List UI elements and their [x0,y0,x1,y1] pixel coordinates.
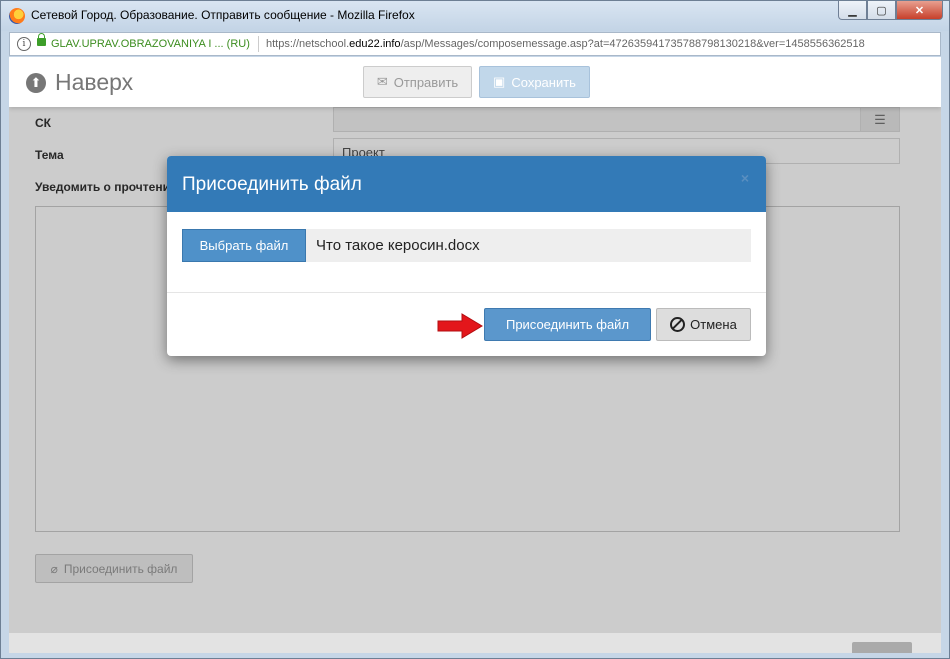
close-icon[interactable]: × [741,170,749,186]
arrow-up-circle-icon[interactable]: ⬆ [26,73,46,93]
info-icon[interactable]: i [17,37,31,51]
close-window-button[interactable]: ✕ [896,1,943,20]
save-icon: ▣ [493,74,506,89]
address-bar[interactable]: i GLAV.UPRAV.OBRAZOVANIYA I ... (RU) htt… [9,32,941,56]
url-text[interactable]: https://netschool.edu22.info/asp/Message… [266,38,865,50]
file-picker: Выбрать файл Что такое керосин.docx [182,229,751,262]
title-bar: Сетевой Город. Образование. Отправить со… [1,1,949,31]
selected-file-name: Что такое керосин.docx [316,237,480,254]
lock-icon[interactable] [37,33,46,46]
send-button[interactable]: ✉ Отправить [363,66,472,98]
site-identity[interactable]: GLAV.UPRAV.OBRAZOVANIYA I ... (RU) [51,38,250,50]
choose-file-button[interactable]: Выбрать файл [182,229,306,262]
dialog-attach-button[interactable]: Присоединить файл [484,308,651,341]
save-button[interactable]: ▣ Сохранить [479,66,590,98]
envelope-icon: ✉ [376,74,388,89]
minimize-button[interactable]: ▁ [838,1,867,20]
ban-icon [670,317,686,332]
dialog-header: Присоединить файл × [167,156,766,212]
maximize-button[interactable]: ▢ [867,1,896,20]
page-footer [9,633,941,653]
window-title: Сетевой Город. Образование. Отправить со… [31,8,415,22]
scroll-top-link[interactable]: Наверх [55,69,133,96]
red-arrow-annotation [437,313,483,339]
dialog-cancel-button[interactable]: Отмена [656,308,751,341]
firefox-icon [9,8,25,24]
dialog-title: Присоединить файл [182,174,362,195]
page-toolbar: ⬆ Наверх ✉ Отправить ▣ Сохранить [9,57,941,107]
